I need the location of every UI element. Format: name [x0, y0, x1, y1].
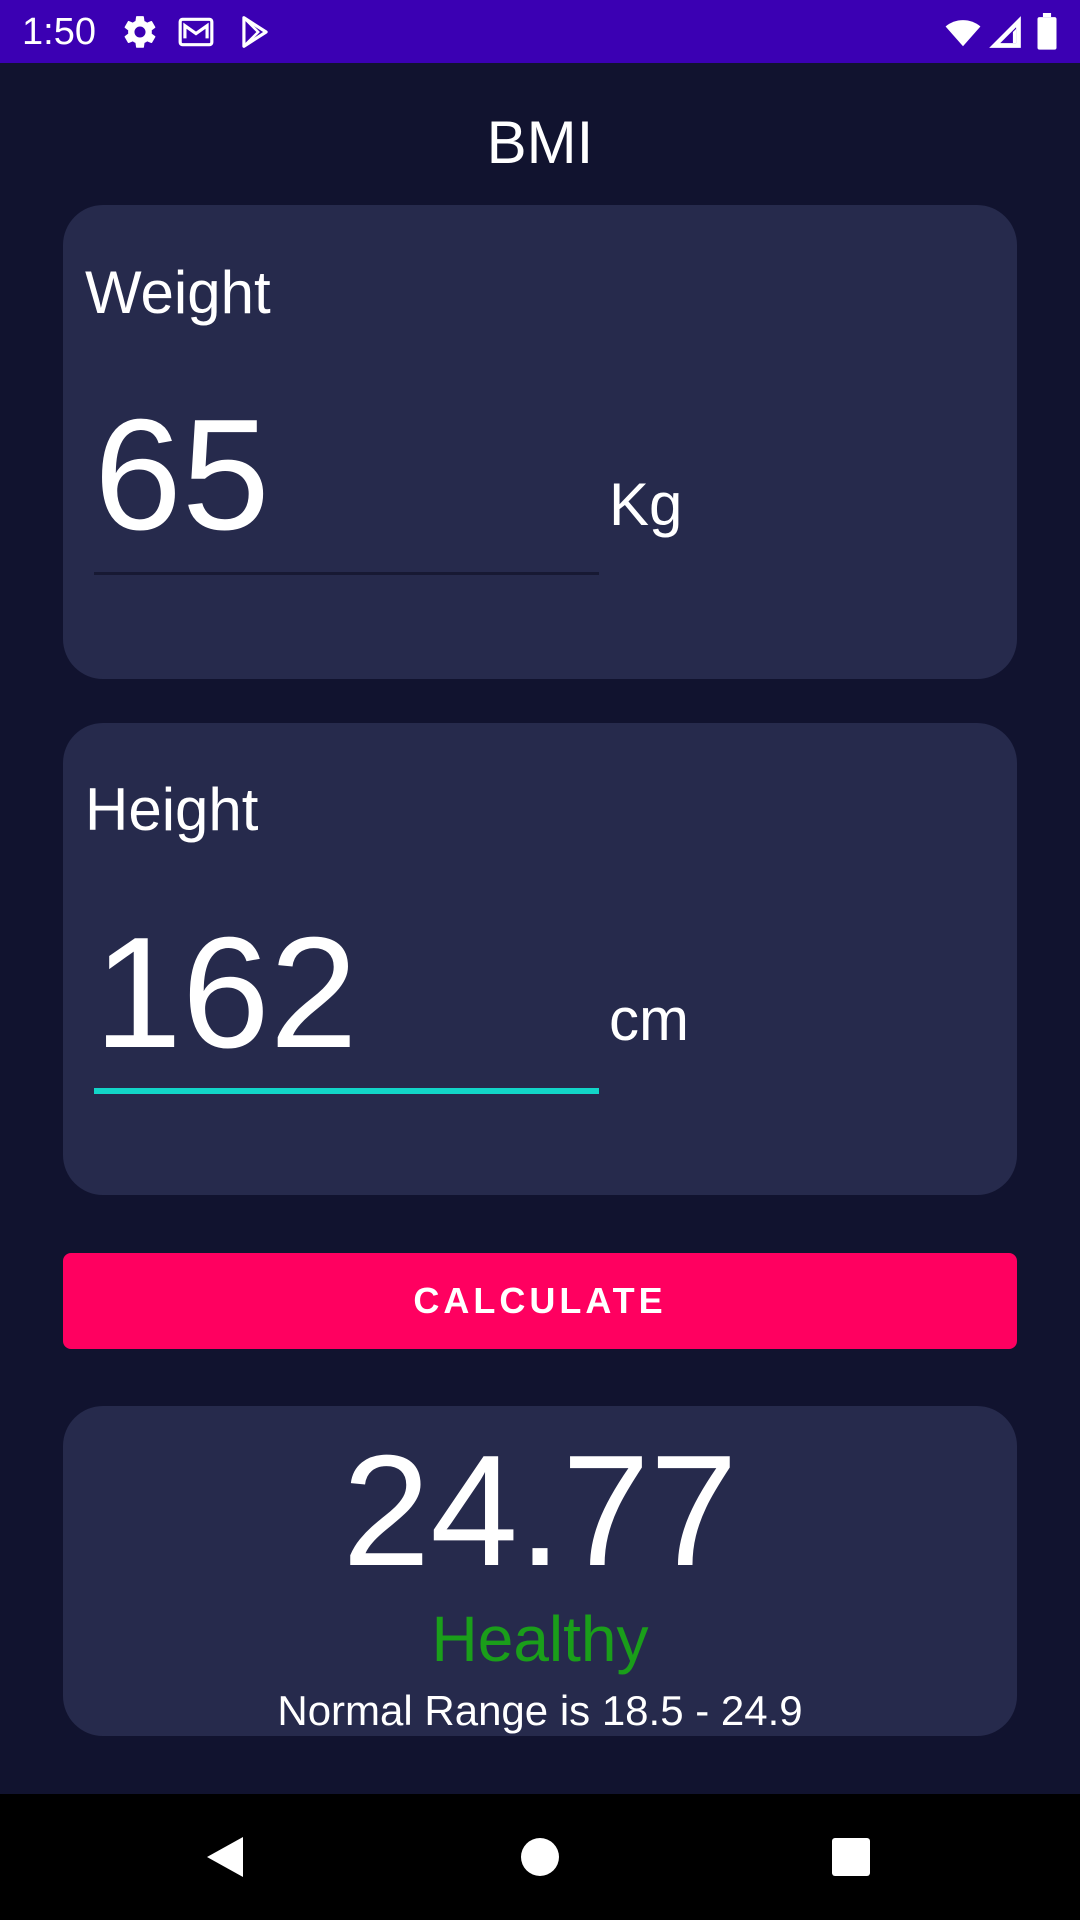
weight-label: Weight	[85, 259, 271, 326]
height-card: Height cm	[63, 723, 1017, 1195]
home-icon[interactable]	[505, 1822, 575, 1892]
calculate-button[interactable]: CALCULATE	[63, 1253, 1017, 1349]
gmail-icon	[177, 13, 215, 51]
navigation-bar	[0, 1794, 1080, 1920]
bmi-status-label: Healthy	[431, 1603, 649, 1675]
weight-card: Weight Kg	[63, 205, 1017, 679]
weight-input[interactable]	[94, 410, 599, 540]
weight-input-underline	[94, 572, 599, 575]
result-card: 24.77 Healthy Normal Range is 18.5 - 24.…	[63, 1406, 1017, 1736]
back-icon[interactable]	[190, 1822, 260, 1892]
wifi-icon	[944, 13, 982, 51]
status-time: 1:50	[22, 11, 96, 53]
page-title: BMI	[486, 109, 594, 176]
cell-signal-icon	[986, 13, 1024, 51]
bmi-result-value: 24.77	[342, 1423, 738, 1599]
height-label: Height	[85, 776, 259, 843]
status-bar: 1:50	[0, 0, 1080, 63]
settings-gear-icon	[121, 13, 159, 51]
height-input[interactable]	[94, 928, 599, 1058]
weight-unit-label: Kg	[609, 471, 683, 538]
play-store-icon	[236, 13, 274, 51]
recents-icon[interactable]	[816, 1822, 886, 1892]
height-input-underline	[94, 1088, 599, 1094]
normal-range-text: Normal Range is 18.5 - 24.9	[277, 1687, 803, 1734]
battery-icon	[1030, 13, 1064, 51]
height-unit-label: cm	[609, 986, 689, 1053]
